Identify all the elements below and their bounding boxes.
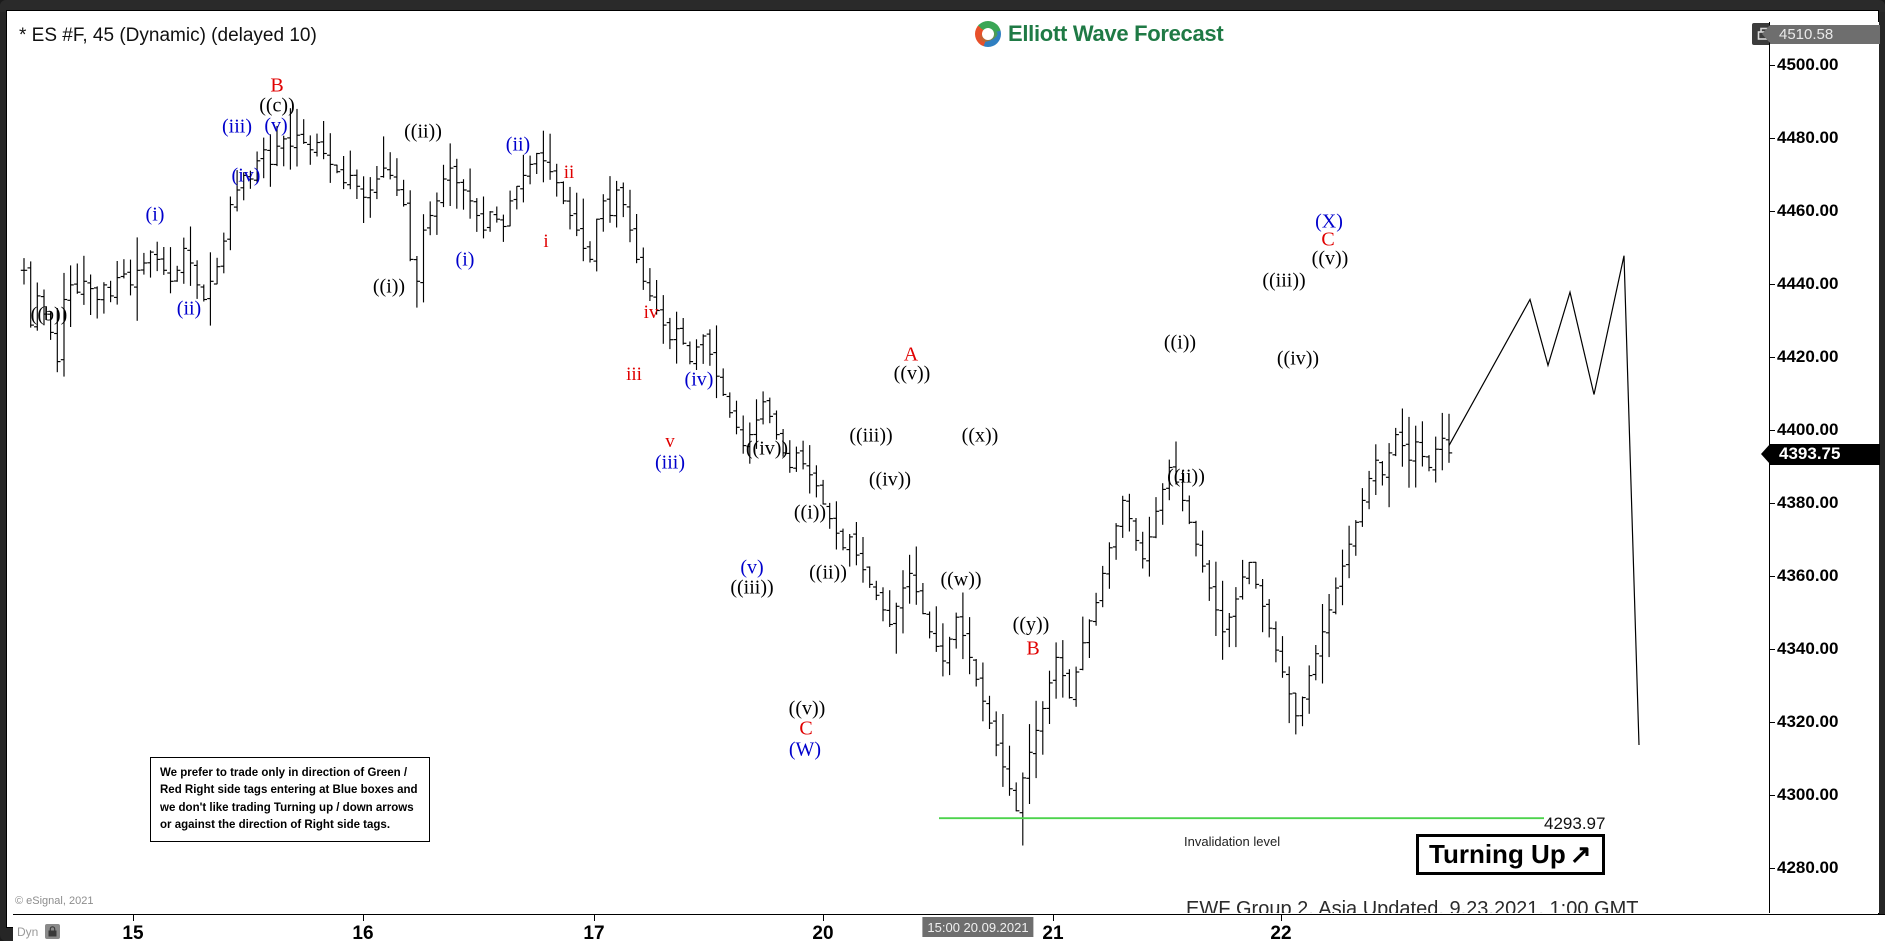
price-tick: 4360.00 (1770, 566, 1838, 586)
time-tick-mark (133, 915, 134, 921)
plot-area[interactable]: We prefer to trade only in direction of … (14, 22, 1769, 913)
turning-up-badge: Turning Up ↗ (1416, 834, 1605, 875)
wave-label: ((iv)) (745, 437, 789, 460)
cursor-time-label: 15:00 20.09.2021 (922, 917, 1034, 937)
time-tick-mark (594, 915, 595, 921)
wave-label: ((i)) (372, 275, 406, 298)
wave-label: ((ii)) (809, 561, 847, 584)
price-tick: 4400.00 (1770, 420, 1838, 440)
wave-label: ((ii)) (1167, 465, 1205, 488)
wave-label: (v) (264, 114, 288, 137)
time-tick: 22 (1270, 923, 1292, 941)
time-tick-mark (823, 915, 824, 921)
wave-label: (iii) (655, 451, 685, 474)
turning-up-label: Turning Up (1429, 839, 1566, 869)
wave-label: v (665, 431, 675, 452)
wave-label: ((ii)) (404, 120, 442, 143)
wave-label: ((iii)) (730, 576, 774, 599)
wave-label: C (799, 717, 813, 740)
time-tick-mark (363, 915, 364, 921)
time-axis[interactable]: Dyn 15:00 20.09.2021 15 16 17 20 21 22 (13, 914, 1885, 941)
wave-label: ((iv)) (1276, 347, 1320, 370)
price-tick: 4300.00 (1770, 785, 1838, 805)
window-frame: * ES #F, 45 (Dynamic) (delayed 10) Ellio… (0, 0, 1885, 941)
price-axis[interactable]: 4510.58 4393.75 4500.00 4480.00 4460.00 444… (1761, 22, 1880, 913)
wave-label: (iv) (231, 164, 261, 187)
price-tick: 4480.00 (1770, 128, 1838, 148)
wave-label: B (1026, 637, 1040, 660)
time-tick: 16 (352, 923, 374, 941)
wave-label: (X) (1315, 210, 1343, 233)
invalidation-price: 4293.97 (1544, 814, 1606, 833)
copyright-label: © eSignal, 2021 (15, 895, 94, 907)
price-tick: 4380.00 (1770, 493, 1838, 513)
wave-label: A (903, 343, 919, 366)
time-tick: 21 (1042, 923, 1064, 941)
analysis-note: EWF Group 2, Asia Updated, 9.23.2021, 1:… (1186, 898, 1639, 913)
wave-label: (iv) (684, 368, 714, 391)
price-tick: 4320.00 (1770, 712, 1838, 732)
wave-label: ((w)) (940, 568, 982, 591)
wave-label: ii (563, 162, 575, 183)
wave-label: B (270, 74, 284, 97)
wave-label: (W) (788, 738, 822, 761)
time-tick-mark (1053, 915, 1054, 921)
wave-label: ((b)) (30, 303, 68, 326)
last-price-marker: 4393.75 (1761, 443, 1880, 465)
wave-label: ((i)) (1163, 331, 1197, 354)
wave-label: (ii) (505, 133, 531, 156)
time-tick-mark (1281, 915, 1282, 921)
price-tick: 4340.00 (1770, 639, 1838, 659)
wave-label: ((iv)) (868, 468, 912, 491)
time-tick: 15 (122, 923, 144, 941)
time-tick: 17 (583, 923, 605, 941)
wave-label: ((y)) (1012, 613, 1050, 636)
wave-label: ((iii)) (849, 424, 893, 447)
wave-label: (i) (455, 248, 475, 271)
wave-label: (iii) (222, 115, 252, 138)
price-tick: 4280.00 (1770, 858, 1838, 878)
wave-label: ((iii)) (1262, 269, 1306, 292)
trading-rules-box: We prefer to trade only in direction of … (150, 757, 430, 842)
lock-icon[interactable] (45, 924, 60, 939)
time-tick: 20 (812, 923, 834, 941)
wave-label: ((x)) (961, 424, 999, 447)
up-arrow-icon: ↗ (1569, 839, 1592, 869)
wave-label: iii (626, 364, 642, 385)
wave-label: (ii) (176, 297, 202, 320)
price-tick: 4460.00 (1770, 201, 1838, 221)
wave-label: i (543, 231, 549, 252)
high-price-marker: 4510.58 (1762, 25, 1880, 45)
wave-label: ((i)) (793, 501, 827, 524)
price-tick: 4500.00 (1770, 55, 1838, 75)
chart-panel: * ES #F, 45 (Dynamic) (delayed 10) Ellio… (6, 10, 1885, 941)
price-tick: 4440.00 (1770, 274, 1838, 294)
wave-label: ((c)) (259, 94, 295, 117)
chart-window: * ES #F, 45 (Dynamic) (delayed 10) Ellio… (0, 0, 1885, 941)
wave-label: iv (643, 302, 659, 323)
price-tick: 4420.00 (1770, 347, 1838, 367)
dyn-label: Dyn (17, 925, 39, 939)
invalidation-label: Invalidation level (1184, 834, 1281, 849)
wave-label: (i) (145, 203, 165, 226)
